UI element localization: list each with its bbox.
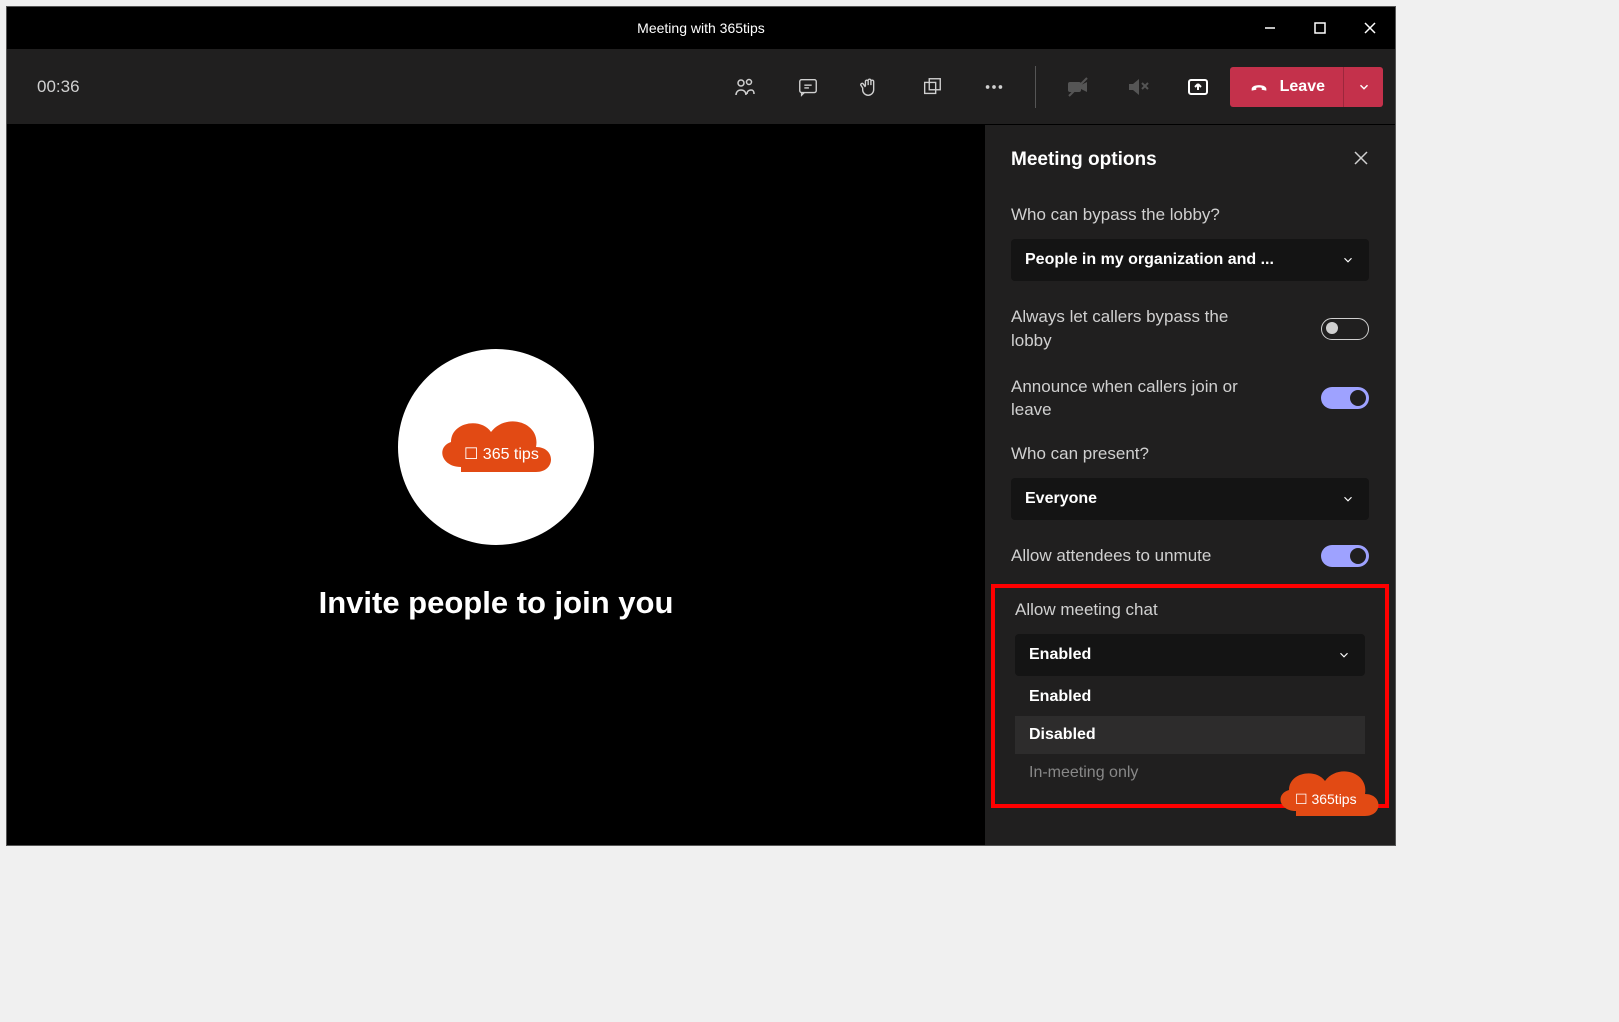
allow-unmute-toggle[interactable] [1321, 545, 1369, 567]
who-can-present-select[interactable]: Everyone [1011, 478, 1369, 520]
camera-off-icon[interactable] [1066, 75, 1090, 99]
allow-chat-label: Allow meeting chat [1015, 600, 1375, 620]
raise-hand-icon[interactable] [859, 76, 881, 98]
close-panel-icon[interactable] [1353, 150, 1369, 171]
call-timer: 00:36 [37, 77, 80, 97]
allow-chat-select[interactable]: Enabled [1015, 634, 1365, 676]
callers-bypass-label: Always let callers bypass the lobby [1011, 305, 1271, 353]
callers-bypass-toggle[interactable] [1321, 318, 1369, 340]
lobby-bypass-label: Who can bypass the lobby? [1011, 205, 1369, 225]
avatar: ☐ 365 tips [398, 349, 594, 545]
svg-text:☐ 365tips: ☐ 365tips [1295, 791, 1357, 807]
titlebar: Meeting with 365tips [7, 7, 1395, 49]
participants-icon[interactable] [733, 75, 757, 99]
who-can-present-label: Who can present? [1011, 444, 1369, 464]
announce-callers-toggle[interactable] [1321, 387, 1369, 409]
leave-button[interactable]: Leave [1230, 67, 1343, 107]
lobby-bypass-value: People in my organization and ... [1025, 251, 1274, 269]
chevron-down-icon [1341, 492, 1355, 506]
who-can-present-value: Everyone [1025, 490, 1097, 508]
meeting-options-panel: Meeting options Who can bypass the lobby… [985, 125, 1395, 845]
chevron-down-icon [1341, 253, 1355, 267]
share-screen-icon[interactable] [1186, 75, 1210, 99]
meeting-toolbar: 00:36 [7, 49, 1395, 125]
maximize-button[interactable] [1295, 7, 1345, 49]
rooms-icon[interactable] [921, 76, 943, 98]
toolbar-divider [1035, 66, 1036, 108]
minimize-button[interactable] [1245, 7, 1295, 49]
chat-option-disabled[interactable]: Disabled [1015, 716, 1365, 754]
chat-option-enabled[interactable]: Enabled [1015, 678, 1365, 716]
meeting-window: Meeting with 365tips 00:36 [6, 6, 1396, 846]
chat-icon[interactable] [797, 76, 819, 98]
window-controls [1245, 7, 1395, 49]
leave-label: Leave [1280, 78, 1325, 96]
invite-heading: Invite people to join you [319, 585, 674, 621]
panel-title: Meeting options [1011, 149, 1157, 171]
speaker-muted-icon[interactable] [1126, 75, 1150, 99]
allow-unmute-label: Allow attendees to unmute [1011, 544, 1211, 568]
svg-text:☐ 365 tips: ☐ 365 tips [464, 446, 539, 463]
close-button[interactable] [1345, 7, 1395, 49]
window-title: Meeting with 365tips [637, 20, 765, 36]
leave-dropdown-button[interactable] [1343, 67, 1383, 107]
chevron-down-icon [1337, 648, 1351, 662]
branding-badge: ☐ 365tips [1271, 756, 1381, 831]
announce-callers-label: Announce when callers join or leave [1011, 375, 1271, 423]
org-logo-icon: ☐ 365 tips [431, 407, 561, 487]
meeting-stage: ☐ 365 tips Invite people to join you [7, 125, 985, 845]
more-actions-icon[interactable] [983, 76, 1005, 98]
allow-chat-value: Enabled [1029, 646, 1091, 664]
lobby-bypass-select[interactable]: People in my organization and ... [1011, 239, 1369, 281]
